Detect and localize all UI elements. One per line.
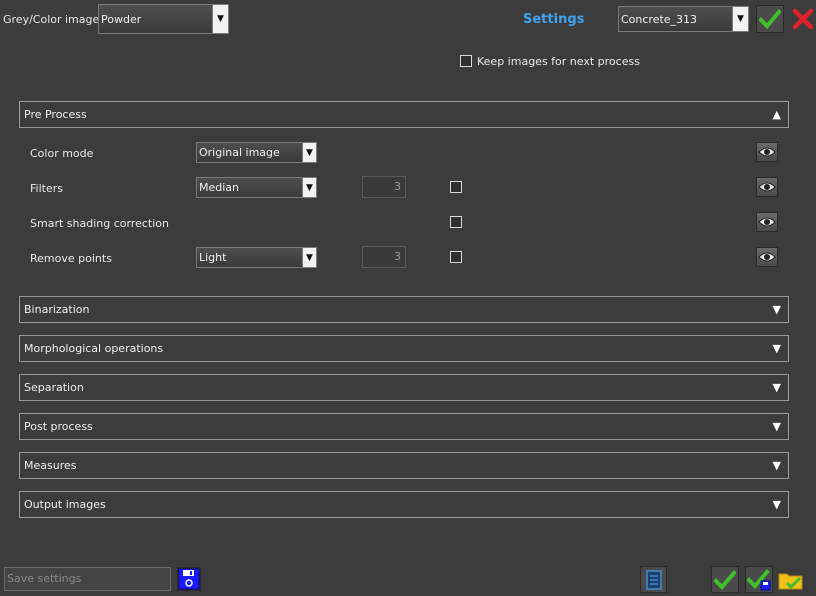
section-title: Output images xyxy=(24,498,106,511)
chevron-down-icon: ▼ xyxy=(772,381,781,394)
confirm-settings-button[interactable] xyxy=(756,5,784,33)
checkmark-save-icon xyxy=(747,568,771,590)
filters-checkbox[interactable] xyxy=(450,181,462,193)
smart-shading-label: Smart shading correction xyxy=(30,217,169,230)
report-button[interactable] xyxy=(640,566,667,593)
close-icon xyxy=(792,8,814,30)
preview-smart-shading-button[interactable] xyxy=(756,212,778,232)
checkmark-icon xyxy=(759,9,781,29)
section-title: Binarization xyxy=(24,303,90,316)
section-binarization[interactable]: Binarization ▼ xyxy=(19,296,789,323)
chevron-down-icon: ▼ xyxy=(302,178,316,197)
color-mode-dropdown[interactable]: Original image ▼ xyxy=(196,142,317,163)
settings-title: Settings xyxy=(523,12,585,27)
section-title: Morphological operations xyxy=(24,342,164,355)
apply-button[interactable] xyxy=(711,566,739,593)
section-morphological-operations[interactable]: Morphological operations ▼ xyxy=(19,335,789,362)
checkmark-icon xyxy=(714,569,736,590)
chevron-down-icon: ▼ xyxy=(302,143,316,162)
grey-color-value: Powder xyxy=(101,12,142,26)
remove-points-checkbox[interactable] xyxy=(450,251,462,263)
grey-color-dropdown[interactable]: Powder ▼ xyxy=(98,4,229,34)
filters-dropdown[interactable]: Median ▼ xyxy=(196,177,317,198)
section-separation[interactable]: Separation ▼ xyxy=(19,374,789,401)
preview-remove-points-button[interactable] xyxy=(756,247,778,267)
grey-color-label: Grey/Color image xyxy=(3,13,100,26)
section-title: Pre Process xyxy=(24,108,87,121)
filters-label: Filters xyxy=(30,182,63,195)
chevron-down-icon: ▼ xyxy=(732,7,748,31)
section-title: Separation xyxy=(24,381,84,394)
chevron-down-icon: ▼ xyxy=(772,342,781,355)
preview-filters-button[interactable] xyxy=(756,177,778,197)
section-post-process[interactable]: Post process ▼ xyxy=(19,413,789,440)
chevron-down-icon: ▼ xyxy=(772,303,781,316)
keep-images-checkbox[interactable] xyxy=(460,55,472,67)
document-icon xyxy=(645,569,662,590)
eye-icon xyxy=(758,147,776,157)
remove-points-dropdown[interactable]: Light ▼ xyxy=(196,247,317,268)
chevron-down-icon: ▼ xyxy=(772,498,781,511)
floppy-disk-icon xyxy=(178,568,200,590)
remove-points-size-input[interactable]: 3 xyxy=(362,246,406,268)
section-output-images[interactable]: Output images ▼ xyxy=(19,491,789,518)
section-title: Post process xyxy=(24,420,93,433)
section-title: Measures xyxy=(24,459,77,472)
chevron-down-icon: ▼ xyxy=(302,248,316,267)
settings-value: Concrete_313 xyxy=(621,12,698,26)
save-settings-button[interactable] xyxy=(177,567,201,591)
open-folder-button[interactable] xyxy=(777,566,805,593)
keep-images-label: Keep images for next process xyxy=(477,55,640,68)
save-settings-input[interactable]: Save settings xyxy=(4,567,171,591)
remove-points-value: Light xyxy=(199,251,227,264)
chevron-down-icon: ▼ xyxy=(772,420,781,433)
filters-size-input[interactable]: 3 xyxy=(362,176,406,198)
folder-check-icon xyxy=(778,573,803,589)
filters-value: Median xyxy=(199,181,240,194)
eye-icon xyxy=(758,182,776,192)
settings-dropdown[interactable]: Concrete_313 ▼ xyxy=(618,6,749,32)
chevron-up-icon: ▲ xyxy=(772,108,781,121)
preview-color-mode-button[interactable] xyxy=(756,142,778,162)
section-measures[interactable]: Measures ▼ xyxy=(19,452,789,479)
color-mode-label: Color mode xyxy=(30,147,94,160)
smart-shading-checkbox[interactable] xyxy=(450,216,462,228)
section-pre-process[interactable]: Pre Process ▲ xyxy=(19,101,789,128)
chevron-down-icon: ▼ xyxy=(772,459,781,472)
eye-icon xyxy=(758,217,776,227)
apply-and-save-button[interactable] xyxy=(745,566,773,593)
color-mode-value: Original image xyxy=(199,146,280,159)
chevron-down-icon: ▼ xyxy=(212,5,228,33)
remove-points-label: Remove points xyxy=(30,252,112,265)
cancel-settings-button[interactable] xyxy=(790,5,816,33)
eye-icon xyxy=(758,252,776,262)
